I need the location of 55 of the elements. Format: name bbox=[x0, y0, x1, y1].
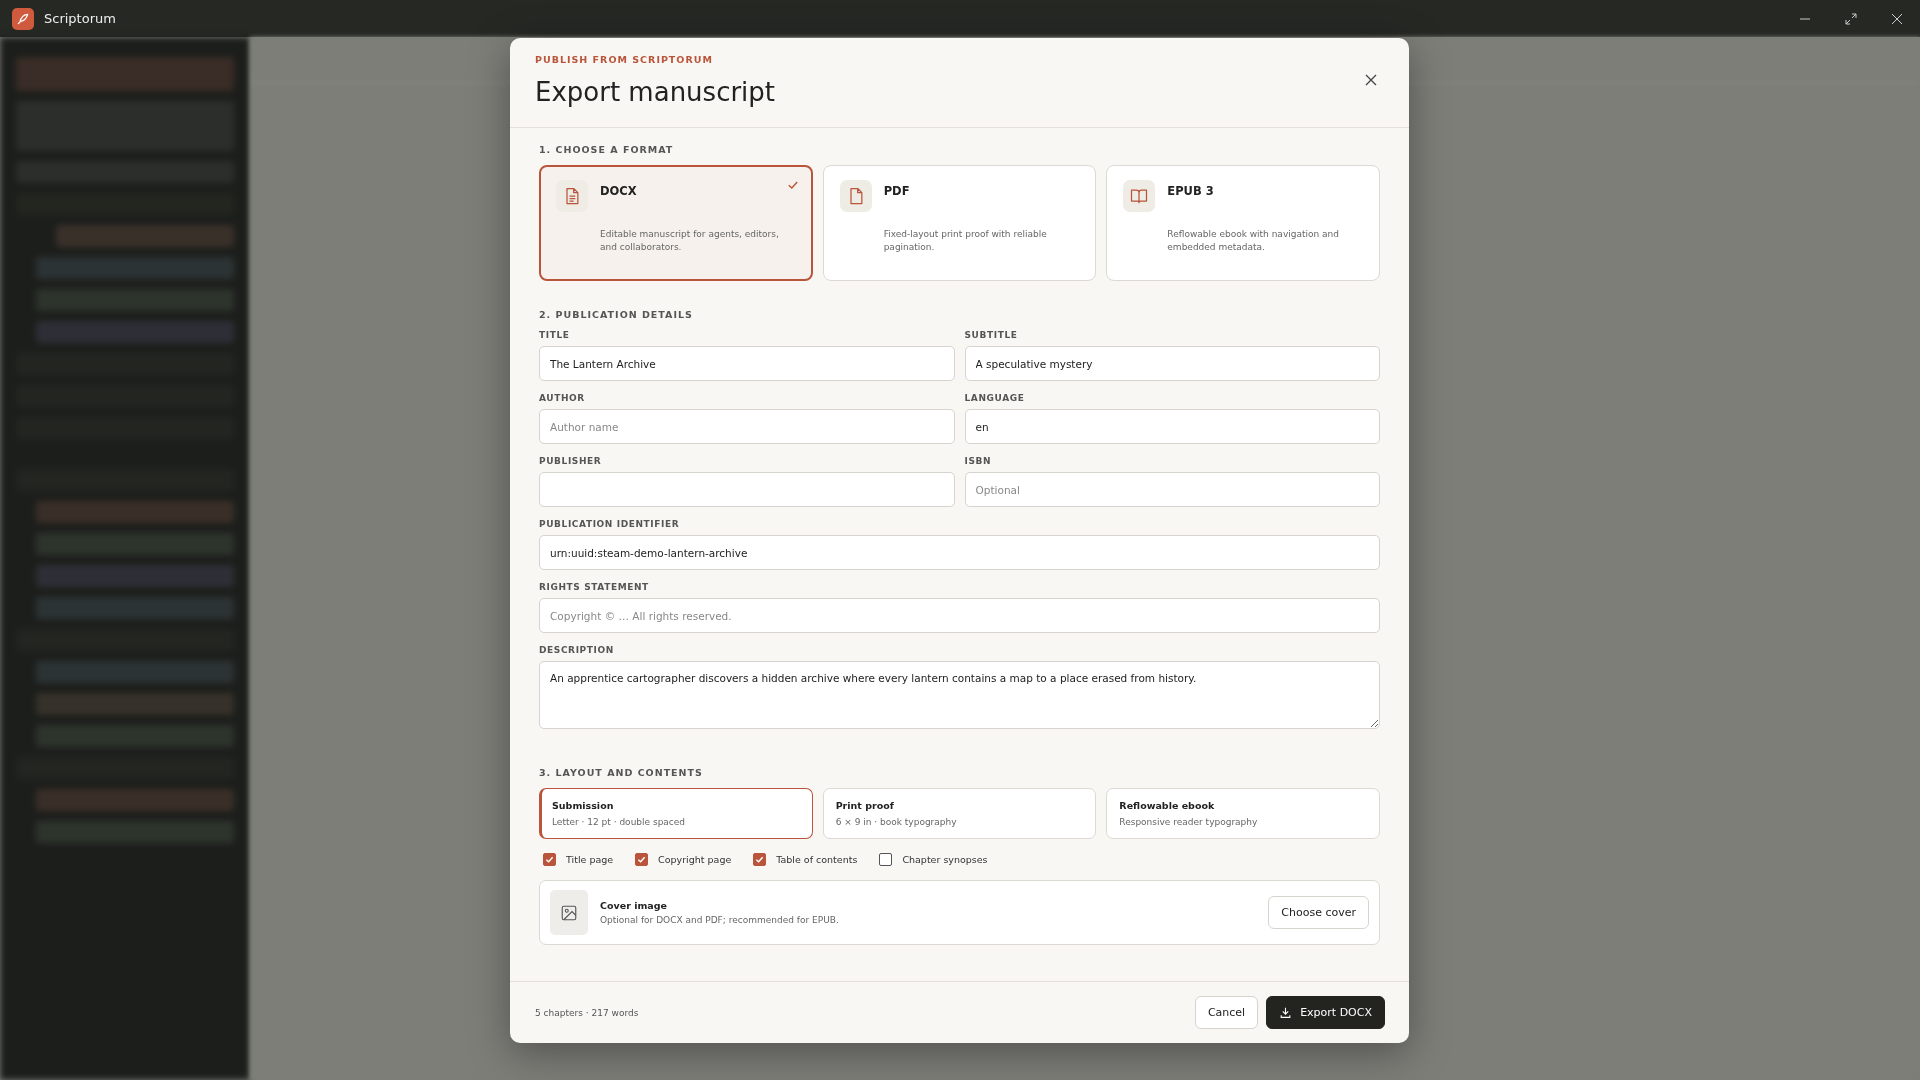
checkmark-icon bbox=[637, 855, 647, 864]
checkmark-icon bbox=[786, 179, 799, 191]
image-icon bbox=[550, 890, 588, 935]
checkbox-label: Title page bbox=[566, 854, 614, 865]
cover-title: Cover image bbox=[600, 900, 668, 911]
layout-card[interactable]: Reflowable ebook Responsive reader typography bbox=[1106, 788, 1380, 839]
checkmark-icon bbox=[755, 855, 765, 864]
input-field[interactable]: The Lantern Archive bbox=[539, 346, 955, 381]
input-field[interactable]: Author name bbox=[539, 409, 955, 444]
field-label: TITLE bbox=[539, 330, 571, 340]
export-button[interactable]: Export DOCX bbox=[1266, 996, 1385, 1029]
section-heading: 2. PUBLICATION DETAILS bbox=[539, 309, 694, 320]
field-label: ISBN bbox=[964, 456, 993, 466]
field-label: PUBLISHER bbox=[539, 456, 603, 466]
dialog-title: Export manuscript bbox=[535, 77, 776, 107]
format-card[interactable]: DOCX Editable manuscript for agents, editors, and collaborators. bbox=[539, 165, 813, 281]
field-label: PUBLICATION IDENTIFIER bbox=[539, 519, 681, 529]
checkbox-label: Chapter synopses bbox=[902, 854, 988, 865]
checkbox-label: Table of contents bbox=[776, 854, 858, 865]
field-label: AUTHOR bbox=[539, 393, 586, 403]
layout-card[interactable]: Submission Letter · 12 pt · double spaced bbox=[539, 788, 813, 839]
checkmark-icon bbox=[545, 855, 554, 864]
format-card[interactable]: EPUB 3 Reflowable ebook with navigation and embedded metadata. bbox=[1106, 165, 1380, 281]
book-icon bbox=[1123, 180, 1156, 212]
checkbox[interactable] bbox=[635, 853, 649, 866]
dialog-eyebrow: PUBLISH FROM SCRIPTORUM bbox=[535, 54, 714, 65]
choose-cover-button[interactable]: Choose cover bbox=[1268, 896, 1369, 929]
input-field[interactable] bbox=[539, 472, 955, 507]
close-icon bbox=[1365, 74, 1377, 86]
checkbox[interactable] bbox=[543, 853, 556, 866]
field-label: RIGHTS STATEMENT bbox=[539, 582, 650, 592]
section-heading: 3. LAYOUT AND CONTENTS bbox=[539, 767, 704, 778]
cancel-button[interactable]: Cancel bbox=[1194, 996, 1259, 1029]
cover-description: Optional for DOCX and PDF; recommended for EPUB. bbox=[600, 915, 840, 925]
download-icon bbox=[1279, 1006, 1293, 1019]
field-label: SUBTITLE bbox=[964, 330, 1019, 340]
checkbox[interactable] bbox=[753, 853, 767, 866]
document-icon bbox=[556, 180, 588, 212]
app-logo-icon bbox=[12, 7, 34, 30]
field-label: LANGUAGE bbox=[964, 393, 1026, 403]
manuscript-summary: 5 chapters · 217 words bbox=[535, 1007, 640, 1018]
checkbox[interactable] bbox=[879, 853, 893, 866]
input-field[interactable]: urn:uuid:steam-demo-lantern-archive bbox=[539, 535, 1380, 570]
layout-card[interactable]: Print proof 6 × 9 in · book typography bbox=[822, 788, 1097, 839]
input-field[interactable]: A speculative mystery bbox=[964, 346, 1380, 381]
checkbox-label: Copyright page bbox=[658, 854, 732, 865]
app-title: Scriptorum bbox=[44, 11, 117, 26]
description-field[interactable]: An apprentice cartographer discovers a hidden archive where every lantern contains a map to a place erased from history. bbox=[539, 661, 1380, 729]
field-label: DESCRIPTION bbox=[539, 645, 615, 655]
file-icon bbox=[839, 180, 872, 212]
section-heading: 1. CHOOSE A FORMAT bbox=[539, 144, 675, 155]
format-card[interactable]: PDF Fixed-layout print proof with reliable pagination. bbox=[822, 165, 1097, 281]
input-field[interactable]: Optional bbox=[964, 472, 1380, 507]
input-field[interactable]: Copyright © … All rights reserved. bbox=[539, 598, 1380, 633]
input-field[interactable]: en bbox=[964, 409, 1380, 444]
